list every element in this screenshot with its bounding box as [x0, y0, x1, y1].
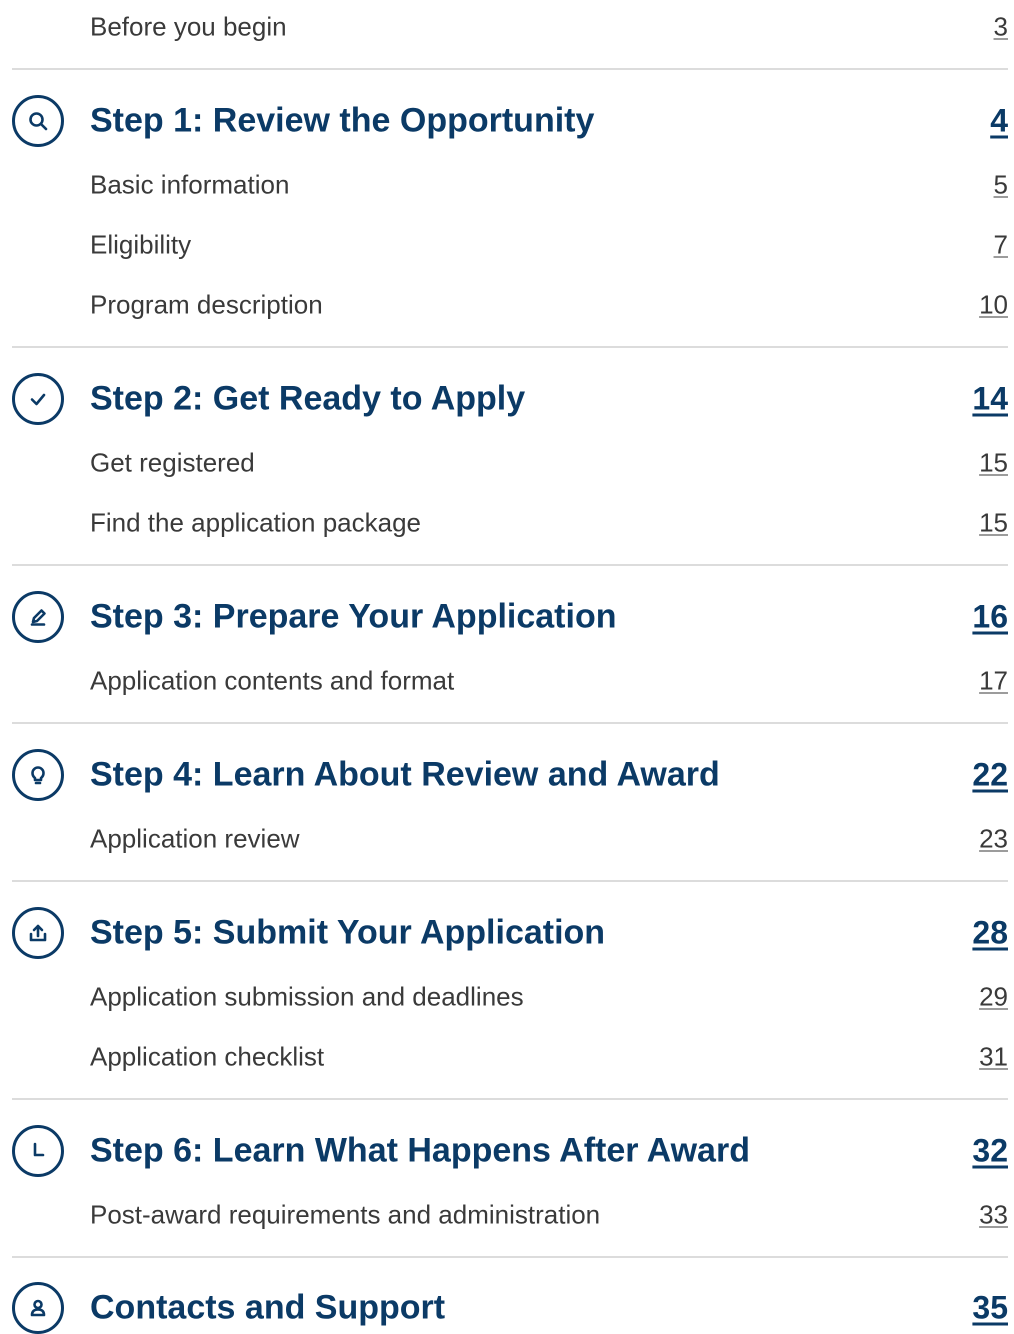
toc-entry-basic-information: Basic information 5 — [0, 160, 1014, 210]
step-title: Step 6: Learn What Happens After Award — [90, 1131, 750, 1170]
step-title: Step 1: Review the Opportunity — [90, 101, 595, 140]
toc-entry-title: Basic information — [90, 169, 290, 200]
toc-page-link[interactable]: 5 — [994, 170, 1008, 201]
search-icon — [12, 95, 64, 147]
toc-entry-submission-deadlines: Application submission and deadlines 29 — [0, 972, 1014, 1022]
toc-entry-title: Eligibility — [90, 229, 192, 260]
toc-page-link[interactable]: 4 — [990, 103, 1008, 140]
toc-step-2: Step 2: Get Ready to Apply 14 — [0, 373, 1014, 425]
toc-entry-title: Application contents and format — [90, 665, 455, 696]
toc-page-link[interactable]: 15 — [979, 508, 1008, 539]
pencil-icon — [12, 591, 64, 643]
toc-page-link[interactable]: 16 — [972, 599, 1008, 636]
toc-entry-application-review: Application review 23 — [0, 814, 1014, 864]
toc-page-link[interactable]: 32 — [972, 1133, 1008, 1170]
clock-icon — [12, 1125, 64, 1177]
toc-page-link[interactable]: 22 — [972, 757, 1008, 794]
toc-entry-title: Get registered — [90, 447, 255, 478]
lightbulb-icon — [12, 749, 64, 801]
section-divider — [12, 564, 1008, 566]
step-title: Contacts and Support — [90, 1288, 446, 1327]
toc-entry-find-application-package: Find the application package 15 — [0, 498, 1014, 548]
toc-entry-title: Application checklist — [90, 1041, 325, 1072]
toc-entry-application-checklist: Application checklist 31 — [0, 1032, 1014, 1082]
toc-page-link[interactable]: 14 — [972, 381, 1008, 418]
toc-page-link[interactable]: 10 — [979, 290, 1008, 321]
step-title: Step 4: Learn About Review and Award — [90, 755, 720, 794]
toc-page-link[interactable]: 15 — [979, 448, 1008, 479]
toc-entry-application-contents: Application contents and format 17 — [0, 656, 1014, 706]
section-divider — [12, 1098, 1008, 1100]
person-icon — [12, 1282, 64, 1334]
section-divider — [12, 722, 1008, 724]
toc-entry-eligibility: Eligibility 7 — [0, 220, 1014, 270]
toc-entry-get-registered: Get registered 15 — [0, 438, 1014, 488]
toc-entry-title: Program description — [90, 289, 323, 320]
toc-page-link[interactable]: 3 — [994, 12, 1008, 43]
step-title: Step 2: Get Ready to Apply — [90, 379, 526, 418]
toc-step-3: Step 3: Prepare Your Application 16 — [0, 591, 1014, 643]
toc-step-5: Step 5: Submit Your Application 28 — [0, 907, 1014, 959]
toc-page-link[interactable]: 7 — [994, 230, 1008, 261]
toc-step-1: Step 1: Review the Opportunity 4 — [0, 95, 1014, 147]
step-title: Step 5: Submit Your Application — [90, 913, 606, 952]
toc-step-contacts: Contacts and Support 35 — [0, 1282, 1014, 1334]
toc-page-link[interactable]: 28 — [972, 915, 1008, 952]
toc-page-link[interactable]: 33 — [979, 1200, 1008, 1231]
section-divider — [12, 346, 1008, 348]
toc-page-link[interactable]: 29 — [979, 982, 1008, 1013]
toc-page-link[interactable]: 23 — [979, 824, 1008, 855]
section-divider — [12, 68, 1008, 70]
section-divider — [12, 880, 1008, 882]
upload-icon — [12, 907, 64, 959]
toc-page-link[interactable]: 17 — [979, 666, 1008, 697]
toc-entry-title: Find the application package — [90, 507, 422, 538]
section-divider — [12, 1256, 1008, 1258]
table-of-contents: Before you begin 3 Step 1: Review the Op… — [0, 0, 1014, 1334]
toc-page-link[interactable]: 35 — [972, 1290, 1008, 1327]
toc-entry-title: Before you begin — [90, 11, 287, 42]
step-title: Step 3: Prepare Your Application — [90, 597, 617, 636]
check-circle-icon — [12, 373, 64, 425]
toc-entry-before-you-begin: Before you begin 3 — [0, 2, 1014, 52]
toc-entry-program-description: Program description 10 — [0, 280, 1014, 330]
toc-page-link[interactable]: 31 — [979, 1042, 1008, 1073]
toc-step-6: Step 6: Learn What Happens After Award 3… — [0, 1125, 1014, 1177]
toc-entry-title: Application submission and deadlines — [90, 981, 524, 1012]
toc-entry-post-award: Post-award requirements and administrati… — [0, 1190, 1014, 1240]
toc-entry-title: Post-award requirements and administrati… — [90, 1199, 601, 1230]
toc-step-4: Step 4: Learn About Review and Award 22 — [0, 749, 1014, 801]
toc-entry-title: Application review — [90, 823, 300, 854]
